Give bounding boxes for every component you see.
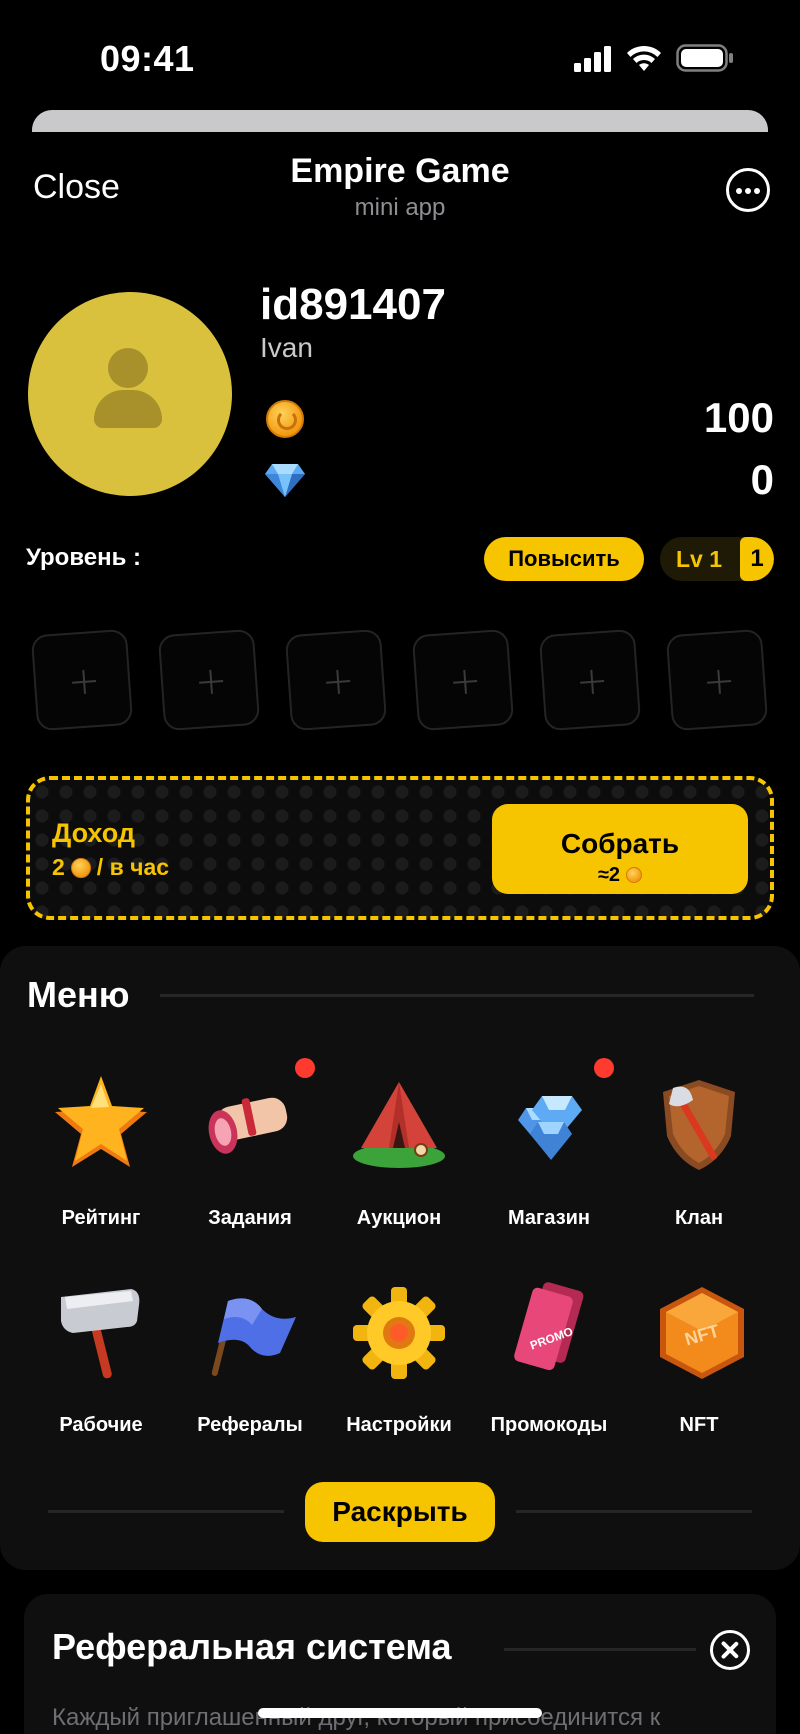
- home-indicator[interactable]: [258, 1708, 542, 1718]
- level-badge-number: 1: [740, 537, 774, 581]
- status-time: 09:41: [100, 38, 195, 79]
- promo-ticket-icon[interactable]: PROMO: [498, 1278, 598, 1378]
- menu-panel: [0, 946, 800, 1570]
- menu-item-clan[interactable]: Клан: [624, 1207, 774, 1230]
- referral-divider: [504, 1648, 696, 1651]
- empty-slot[interactable]: [157, 628, 261, 732]
- menu-item-shop[interactable]: Магазин: [474, 1207, 624, 1230]
- coin-icon: [70, 857, 91, 878]
- income-title: Доход: [52, 818, 136, 848]
- scroll-icon[interactable]: [195, 1074, 295, 1174]
- menu-item-workers[interactable]: Рабочие: [26, 1414, 176, 1437]
- avatar[interactable]: [28, 292, 232, 496]
- avatar-body: [94, 390, 162, 428]
- empty-slot[interactable]: [538, 628, 642, 732]
- empty-slot[interactable]: [30, 628, 134, 732]
- wifi-icon: [627, 45, 661, 71]
- menu-divider: [160, 994, 754, 997]
- app-subtitle: mini app: [354, 194, 446, 221]
- close-icon[interactable]: [710, 1630, 750, 1670]
- income-per-hour: / в час: [96, 854, 170, 880]
- star-icon[interactable]: [51, 1074, 151, 1174]
- tent-icon[interactable]: [349, 1074, 449, 1174]
- referral-title: Реферальная система: [52, 1626, 452, 1667]
- more-options-icon[interactable]: [726, 168, 770, 212]
- menu-item-promocodes[interactable]: Промокоды: [474, 1414, 624, 1437]
- collect-button[interactable]: Собрать ≈2: [492, 804, 748, 894]
- menu-item-auction[interactable]: Аукцион: [324, 1207, 474, 1230]
- hammer-icon[interactable]: [51, 1283, 151, 1383]
- level-badge: Lv 1 1: [660, 537, 774, 581]
- menu-item-settings[interactable]: Настройки: [324, 1414, 474, 1437]
- flag-icon[interactable]: [200, 1283, 300, 1383]
- background-sheet-edge: [32, 110, 768, 132]
- status-bar: 09:41: [0, 0, 800, 110]
- income-rate: 2 / в час: [52, 854, 169, 881]
- notification-badge: [295, 1058, 315, 1078]
- menu-item-rating[interactable]: Рейтинг: [26, 1207, 176, 1230]
- shield-axe-icon[interactable]: [649, 1074, 749, 1174]
- collect-amount: ≈2: [492, 864, 748, 887]
- coin-balance: 100: [703, 394, 774, 441]
- level-label: Уровень :: [26, 544, 142, 571]
- diamonds-icon[interactable]: [498, 1074, 598, 1174]
- user-id: id891407: [260, 280, 446, 329]
- user-name: Ivan: [260, 332, 313, 363]
- avatar-head: [108, 348, 148, 388]
- nft-hexagon-icon[interactable]: NFT: [652, 1283, 752, 1383]
- coin-icon: [626, 867, 643, 883]
- gear-icon[interactable]: [349, 1283, 449, 1383]
- expand-divider-right: [516, 1510, 752, 1513]
- empty-slot[interactable]: [284, 628, 388, 732]
- income-amount: 2: [52, 854, 65, 880]
- raise-level-button[interactable]: Повысить: [484, 537, 644, 581]
- level-badge-label: Lv 1: [676, 546, 723, 572]
- battery-icon: [676, 44, 733, 72]
- menu-item-tasks[interactable]: Задания: [175, 1207, 325, 1230]
- cellular-signal-icon: [574, 46, 611, 72]
- coin-icon: [266, 400, 304, 438]
- notification-badge: [594, 1058, 614, 1078]
- expand-divider-left: [48, 1510, 284, 1513]
- empty-slot[interactable]: [411, 628, 515, 732]
- gem-icon: [265, 464, 305, 497]
- empty-slot[interactable]: [665, 628, 769, 732]
- menu-title: Меню: [27, 974, 130, 1015]
- menu-item-nft[interactable]: NFT: [624, 1414, 774, 1437]
- collect-label: Собрать: [560, 827, 680, 859]
- collect-amount-value: ≈2: [597, 863, 621, 886]
- app-title: Empire Game: [290, 152, 510, 190]
- gem-balance: 0: [750, 456, 774, 503]
- expand-button[interactable]: Раскрыть: [305, 1482, 495, 1542]
- menu-item-referrals[interactable]: Рефералы: [175, 1414, 325, 1437]
